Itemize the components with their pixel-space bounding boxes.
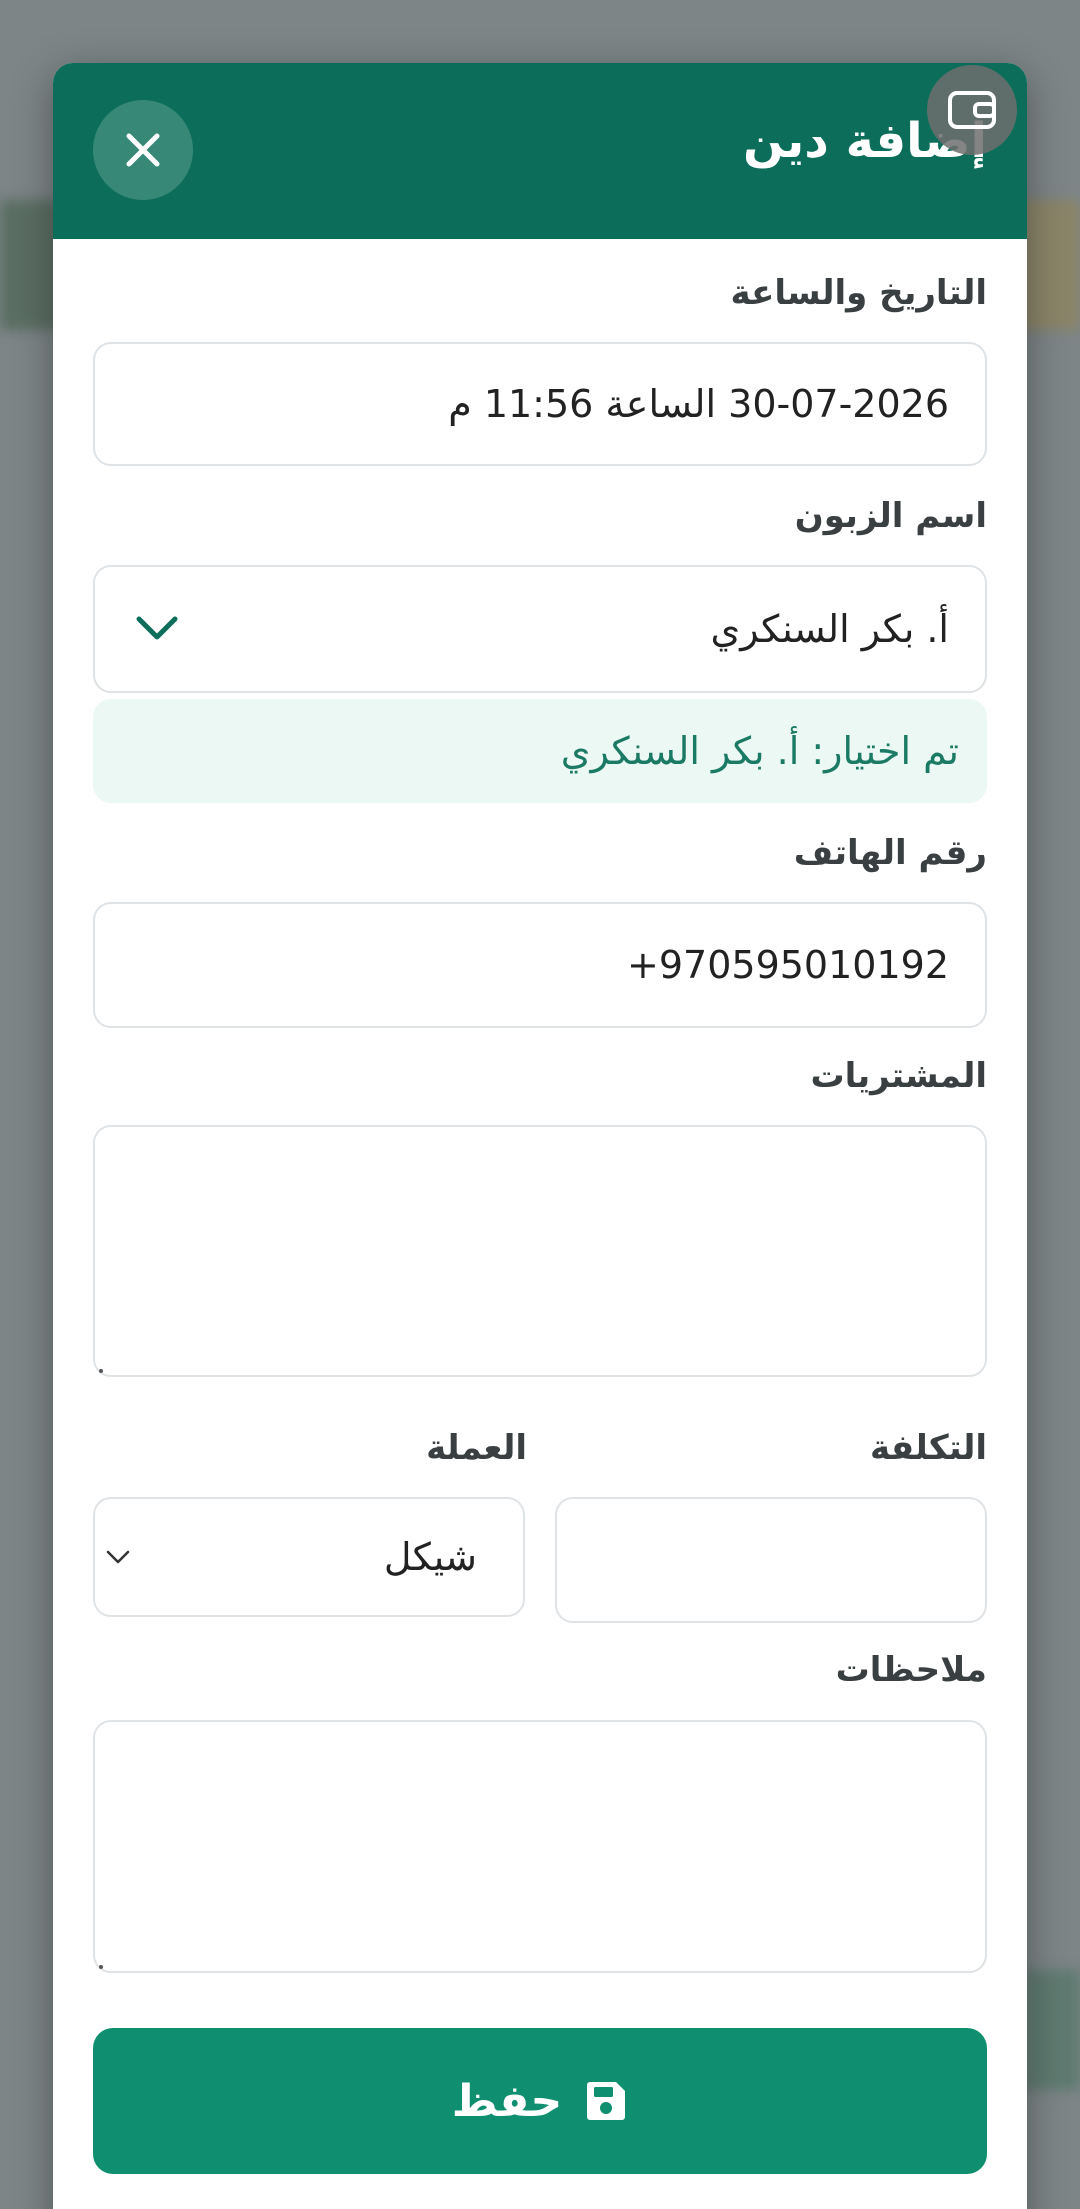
purchases-label: المشتريات xyxy=(810,1056,987,1096)
background-element xyxy=(0,200,60,330)
cost-field[interactable] xyxy=(555,1497,987,1623)
close-button[interactable] xyxy=(93,100,193,200)
customer-select[interactable]: أ. بكر السنكري xyxy=(93,565,987,693)
selected-customer-text: تم اختيار: أ. بكر السنكري xyxy=(560,729,959,773)
cost-label: التكلفة xyxy=(869,1428,987,1468)
datetime-value: 30-07-2026 الساعة 11:56 م xyxy=(448,382,949,426)
chevron-down-icon xyxy=(106,1550,130,1564)
wallet-button[interactable] xyxy=(927,65,1017,155)
add-debt-dialog: إضافة دين التاريخ والساعة 30-07-2026 الس… xyxy=(53,63,1027,2209)
close-icon xyxy=(126,133,160,167)
chevron-down-icon xyxy=(136,616,178,640)
background-element xyxy=(1025,1970,1080,2090)
currency-label: العملة xyxy=(426,1428,527,1468)
save-button[interactable]: حفظ xyxy=(93,2028,987,2174)
resize-handle[interactable] xyxy=(99,1369,103,1373)
wallet-icon xyxy=(948,91,996,129)
resize-handle[interactable] xyxy=(99,1965,103,1969)
datetime-field[interactable]: 30-07-2026 الساعة 11:56 م xyxy=(93,342,987,466)
save-label: حفظ xyxy=(451,2075,563,2127)
currency-value: شيكل xyxy=(383,1535,477,1579)
phone-label: رقم الهاتف xyxy=(793,833,987,873)
phone-value: +970595010192 xyxy=(627,943,949,987)
currency-select[interactable]: شيكل xyxy=(93,1497,525,1617)
datetime-label: التاريخ والساعة xyxy=(730,273,987,313)
notes-label: ملاحظات xyxy=(835,1650,987,1690)
floppy-disk-icon xyxy=(587,2082,626,2120)
customer-label: اسم الزبون xyxy=(794,496,987,536)
selected-customer-note: تم اختيار: أ. بكر السنكري xyxy=(93,699,987,803)
notes-textarea[interactable] xyxy=(93,1720,987,1973)
background-element xyxy=(1020,200,1080,330)
purchases-textarea[interactable] xyxy=(93,1125,987,1377)
customer-value: أ. بكر السنكري xyxy=(710,607,949,651)
phone-field[interactable]: +970595010192 xyxy=(93,902,987,1028)
dialog-header: إضافة دين xyxy=(53,63,1027,239)
